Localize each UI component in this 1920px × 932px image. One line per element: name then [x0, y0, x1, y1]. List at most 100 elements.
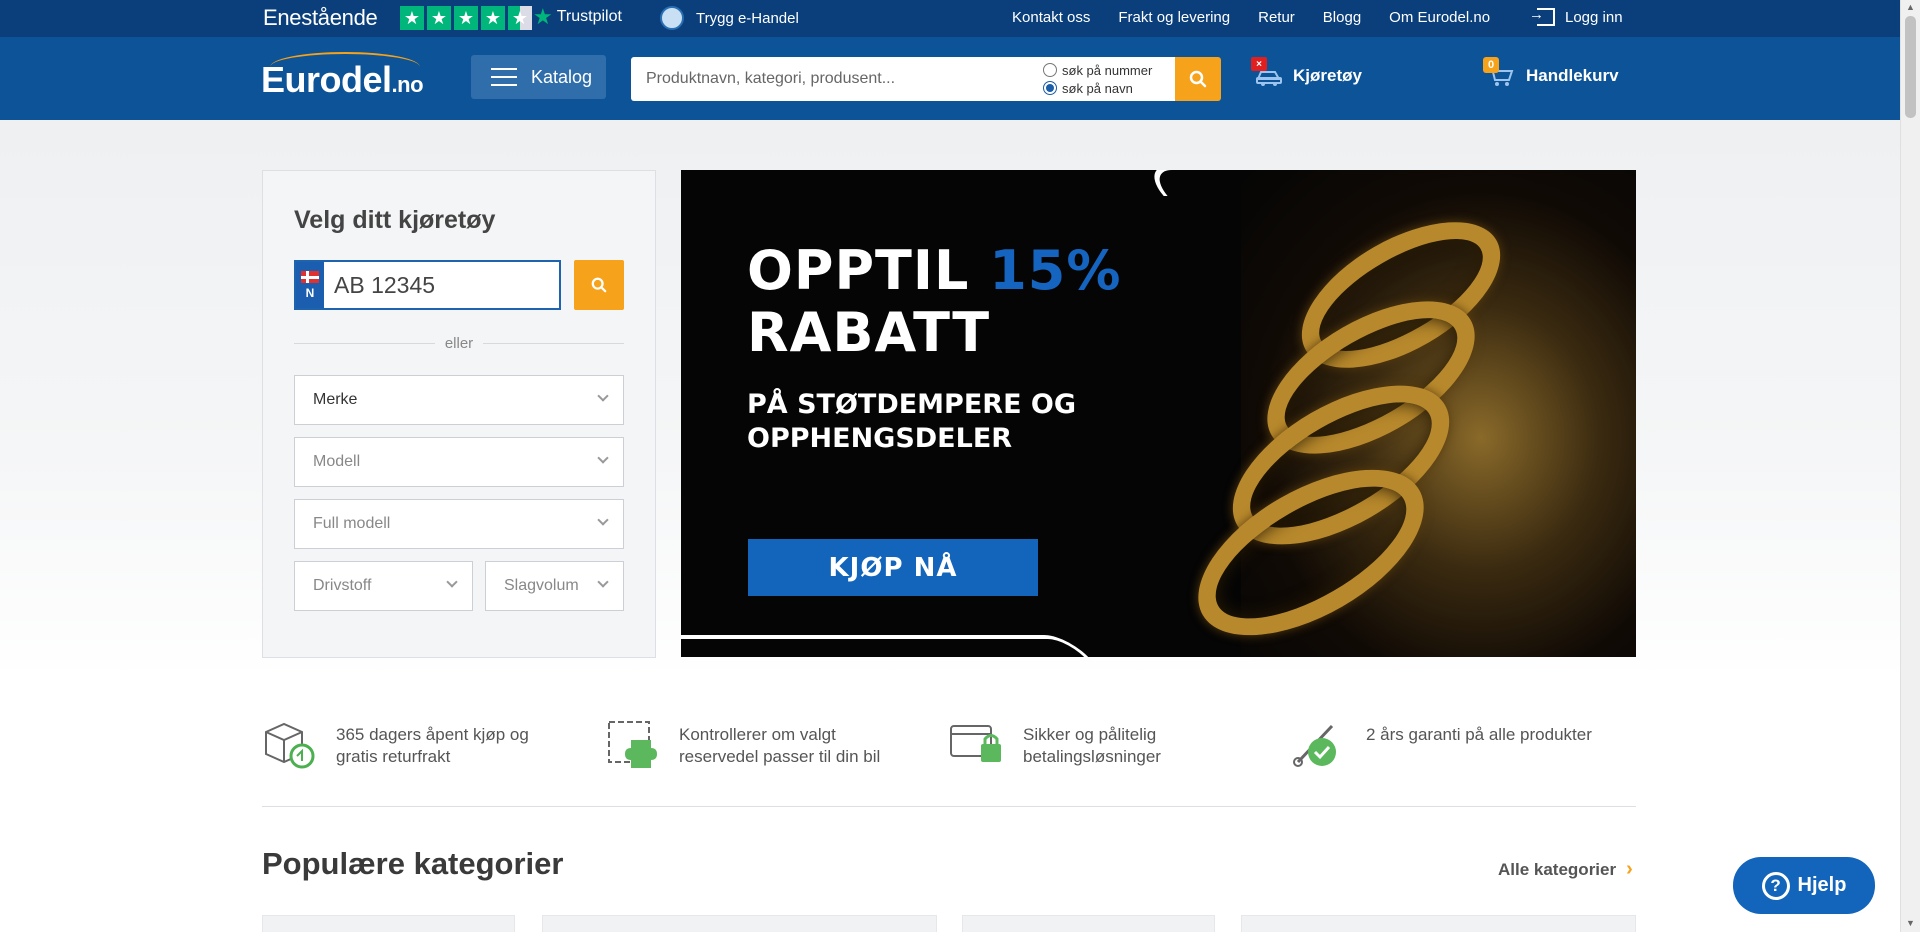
plate-search-button[interactable]: [574, 260, 624, 310]
chevron-right-icon: ›: [1626, 858, 1633, 880]
help-label: Hjelp: [1797, 874, 1847, 896]
trustpilot-rating-label: Enestående: [263, 5, 378, 30]
page-scrollbar[interactable]: ▲ ▼: [1900, 0, 1920, 932]
trygg-label: Trygg e-Handel: [696, 9, 799, 27]
top-links: Kontakt oss Frakt og levering Retur Blog…: [1012, 9, 1490, 26]
license-plate-field[interactable]: N: [294, 260, 561, 310]
link-blogg[interactable]: Blogg: [1323, 9, 1361, 26]
star-icon: ★: [400, 6, 424, 30]
search-button[interactable]: [1175, 57, 1221, 101]
license-plate-input[interactable]: [324, 271, 554, 299]
plate-country-code: N: [305, 285, 315, 300]
slagvolum-label: Slagvolum: [504, 577, 579, 594]
or-divider: eller: [294, 333, 625, 353]
drivstoff-select[interactable]: Drivstoff: [294, 561, 473, 611]
or-label: eller: [444, 334, 474, 352]
full-modell-label: Full modell: [313, 515, 391, 532]
top-bar: Enestående ★ ★ ★ ★ ★ ★ Trustpilot Trygg …: [0, 0, 1900, 37]
link-retur[interactable]: Retur: [1258, 9, 1295, 26]
chevron-down-icon: [597, 452, 609, 464]
star-icon: ★: [481, 6, 505, 30]
banner-subheadline: PÅ STØTDEMPERE OG OPPHENGSDELER: [747, 389, 1077, 454]
link-om[interactable]: Om Eurodel.no: [1389, 9, 1490, 26]
warranty-tool-icon: [1292, 718, 1348, 770]
usp-item: Sikker og pålitelig betalingsløsninger: [949, 718, 1161, 770]
usp-item: Kontrollerer om valgt reservedel passer t…: [605, 718, 880, 770]
category-card[interactable]: [962, 915, 1215, 932]
help-button[interactable]: ? Hjelp: [1733, 857, 1875, 914]
menu-icon: [491, 68, 517, 86]
site-logo[interactable]: Eurodel.no: [261, 59, 424, 101]
star-icon: ★: [454, 6, 478, 30]
search-bar: søk på nummer søk på navn: [631, 57, 1175, 101]
search-mode: søk på nummer søk på navn: [1043, 61, 1152, 97]
trygg-seal-icon: [660, 6, 684, 30]
cart-button[interactable]: 0 Handlekurv: [1483, 57, 1619, 87]
radio-number-label: søk på nummer: [1062, 62, 1153, 78]
radio-number[interactable]: [1043, 63, 1057, 77]
cart-label: Handlekurv: [1526, 66, 1619, 85]
radio-name-label: søk på navn: [1062, 80, 1133, 96]
merke-select[interactable]: Merke: [294, 375, 624, 425]
scrollbar-thumb[interactable]: [1905, 16, 1916, 118]
buy-now-button[interactable]: KJØP NÅ: [748, 539, 1038, 596]
section-divider: [262, 806, 1636, 807]
all-categories-link[interactable]: Alle kategorier ›: [1498, 858, 1633, 881]
chevron-down-icon: [597, 390, 609, 402]
radio-number-option[interactable]: søk på nummer: [1043, 61, 1152, 79]
banner-percent: 15%: [989, 239, 1122, 302]
plate-country-strip: N: [296, 262, 324, 308]
link-frakt[interactable]: Frakt og levering: [1118, 9, 1230, 26]
full-modell-select[interactable]: Full modell: [294, 499, 624, 549]
chevron-down-icon: [597, 514, 609, 526]
modell-select[interactable]: Modell: [294, 437, 624, 487]
trygg-ehandel-badge[interactable]: Trygg e-Handel: [660, 6, 799, 30]
vehicle-selector-title: Velg ditt kjøretøy: [294, 206, 496, 234]
chevron-down-icon: [446, 576, 458, 588]
chevron-down-icon: [597, 576, 609, 588]
category-card[interactable]: [542, 915, 937, 932]
norway-flag-icon: [301, 270, 319, 283]
search-input[interactable]: [631, 57, 1031, 101]
car-icon: ×: [1251, 57, 1283, 87]
puzzle-car-icon: [605, 718, 661, 770]
logo-main: Eurodel: [261, 59, 392, 100]
merke-label: Merke: [313, 391, 358, 408]
usp-item: 2 års garanti på alle produkter: [1292, 718, 1592, 770]
katalog-button[interactable]: Katalog: [471, 55, 606, 99]
login-label: Logg inn: [1565, 8, 1623, 26]
category-card[interactable]: [1241, 915, 1636, 932]
half-star-icon: ★: [508, 6, 532, 30]
radio-name[interactable]: [1043, 81, 1057, 95]
box-return-icon: [262, 718, 318, 770]
popular-categories-title: Populære kategorier: [262, 846, 564, 881]
vehicle-button[interactable]: × Kjøretøy: [1251, 57, 1362, 87]
radio-name-option[interactable]: søk på navn: [1043, 79, 1152, 97]
trustpilot-star-icon: ★: [533, 4, 553, 29]
modell-label: Modell: [313, 453, 361, 470]
trustpilot-stars[interactable]: ★ ★ ★ ★ ★: [400, 6, 532, 30]
secure-card-icon: [949, 718, 1005, 770]
link-kontakt[interactable]: Kontakt oss: [1012, 9, 1090, 26]
scroll-down-icon[interactable]: ▼: [1906, 918, 1915, 928]
category-card[interactable]: [262, 915, 515, 932]
trustpilot-label: Trustpilot: [556, 8, 622, 25]
usp-item: 365 dagers åpent kjøp og gratis returfrak…: [262, 718, 529, 770]
cart-count-badge: 0: [1483, 57, 1499, 73]
all-categories-label: Alle kategorier: [1498, 859, 1617, 879]
promo-banner[interactable]: OPPTIL 15% RABATT PÅ STØTDEMPERE OG OPPH…: [681, 170, 1636, 657]
katalog-label: Katalog: [531, 66, 593, 87]
slagvolum-select[interactable]: Slagvolum: [485, 561, 624, 611]
login-link[interactable]: Logg inn: [1529, 6, 1623, 26]
banner-frame: [681, 635, 1092, 657]
cart-icon: 0: [1483, 57, 1514, 87]
vehicle-badge: ×: [1251, 57, 1267, 71]
drivstoff-label: Drivstoff: [313, 577, 372, 594]
search-icon: [591, 277, 607, 293]
banner-frame: [1138, 170, 1636, 196]
search-icon: [1189, 70, 1207, 88]
trustpilot-logo[interactable]: ★ Trustpilot: [533, 6, 622, 28]
scroll-up-icon[interactable]: ▲: [1906, 2, 1915, 12]
star-icon: ★: [427, 6, 451, 30]
question-icon: ?: [1761, 871, 1790, 900]
